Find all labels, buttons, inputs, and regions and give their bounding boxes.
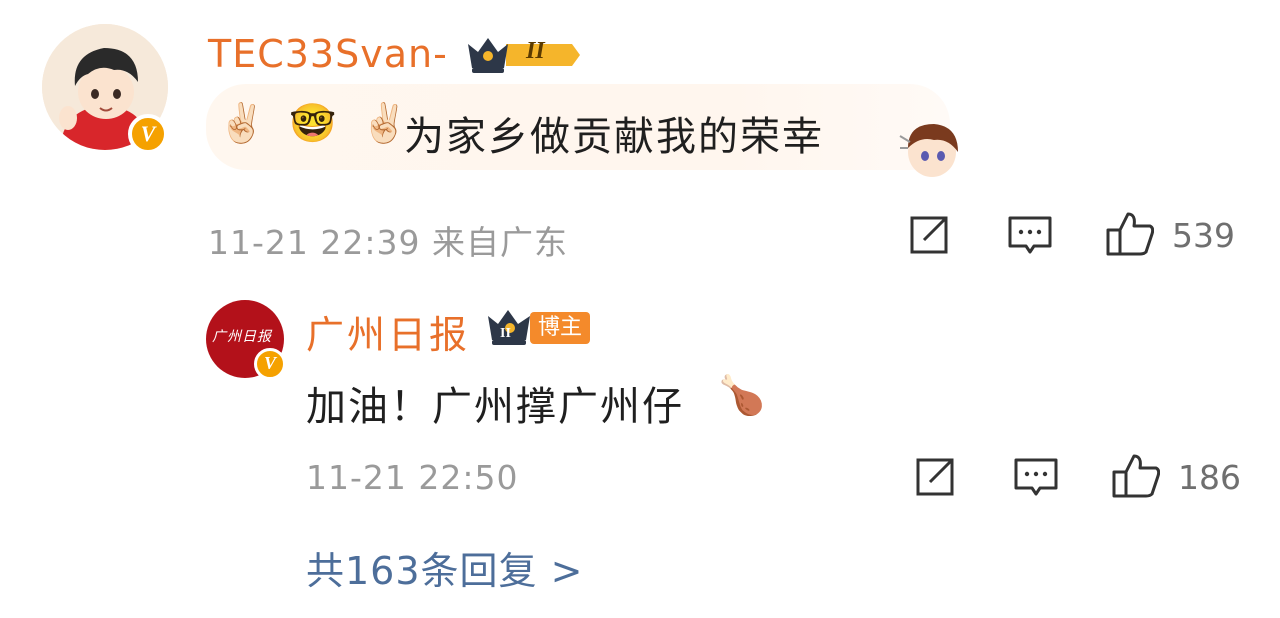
crown-icon [468,38,580,73]
verified-badge: V [128,114,168,154]
comment-meta: 11-21 22:39 来自广东 [208,223,568,262]
reply-meta: 11-21 22:50 [306,458,519,497]
reply-comment-icon[interactable] [1014,458,1058,500]
like-icon[interactable] [1106,212,1154,256]
reply-share-icon[interactable] [914,458,956,498]
reply-text[interactable]: 加油！广州撑广州仔 [306,374,684,432]
comment-icon[interactable] [1008,216,1052,258]
avatar-logo-text: 广州日报 [212,330,272,345]
reply-like-icon[interactable] [1112,454,1160,498]
comment-text[interactable]: 为家乡做贡献我的荣幸 [404,104,824,162]
crown-level-badge: II [466,34,580,76]
emoji-row: ✌🏻 🤓 ✌🏻 [218,101,415,145]
blogger-label: 博主 [530,312,591,344]
level-label: II [526,38,545,64]
drumstick-emoji: 🍗 [718,373,766,417]
share-icon[interactable] [908,216,950,256]
like-count: 539 [1172,216,1235,255]
reply-verified-badge: V [254,348,286,380]
reply-username[interactable]: 广州日报 [306,304,470,359]
comment-username[interactable]: TEC33Svan- [208,32,448,76]
avatar-sticker-icon [896,118,964,182]
blogger-badge: II 博主 [486,306,598,348]
reply-like-count: 186 [1178,458,1241,497]
reply-level-label: II [500,326,511,341]
more-replies-link[interactable]: 共163条回复 > [306,540,583,595]
